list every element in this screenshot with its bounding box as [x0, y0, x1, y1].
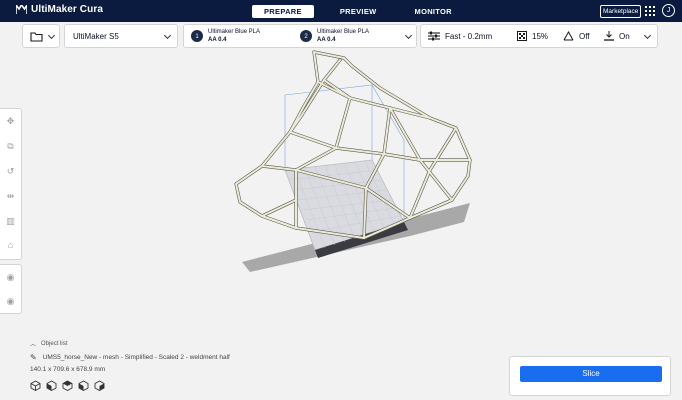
apps-grid-icon[interactable]	[645, 6, 655, 16]
chevron-down-icon	[163, 31, 172, 40]
adhesion-setting: On	[604, 31, 630, 41]
app-header: UltiMaker Cura PREPARE PREVIEW MONITOR M…	[0, 0, 682, 22]
extruder-1-core: AA 0.4	[208, 37, 227, 43]
tab-prepare[interactable]: PREPARE	[252, 5, 314, 18]
infill-setting: 15%	[517, 31, 548, 41]
slice-button[interactable]: Slice	[520, 366, 662, 382]
support-value: Off	[579, 31, 590, 41]
support-blocker-icon[interactable]: ⌂	[5, 240, 16, 251]
extruder-2-core: AA 0.4	[317, 37, 336, 43]
material-selector[interactable]: 1 Ultimaker Blue PLA AA 0.4 2 Ultimaker …	[183, 24, 417, 48]
object-list-toggle[interactable]: ︿ Object list	[30, 339, 68, 349]
left-view-icon[interactable]	[78, 380, 89, 391]
tab-monitor[interactable]: MONITOR	[403, 5, 464, 18]
edit-icon: ✎	[30, 353, 37, 362]
infill-value: 15%	[532, 31, 549, 41]
extruder-2-material: Ultimaker Blue PLA	[317, 29, 370, 35]
transform-toolbar: ✥ ⧉ ↺ ⇹ ▥ ⌂	[0, 108, 22, 260]
object-list-item[interactable]: ✎ UMS5_horse_New - mesh - Simplified - S…	[30, 353, 230, 362]
extruder-toolbar: ◉ ◉	[0, 264, 22, 314]
account-avatar[interactable]: J	[662, 4, 675, 17]
3d-viewport[interactable]	[0, 0, 682, 400]
object-dimensions: 140.1 x 709.6 x 678.9 mm	[30, 366, 106, 373]
marketplace-button[interactable]: Marketplace	[600, 5, 642, 18]
rotate-icon[interactable]: ↺	[5, 166, 16, 177]
app-name: UltiMaker Cura	[31, 4, 103, 15]
stage-tabs: PREPARE PREVIEW MONITOR	[252, 5, 464, 18]
per-model-settings-icon[interactable]: ▥	[5, 216, 16, 227]
3d-view-icon[interactable]	[30, 380, 41, 391]
open-file-button[interactable]	[22, 24, 60, 48]
profile-label: Fast - 0.2mm	[445, 31, 493, 41]
support-setting: Off	[563, 31, 590, 41]
extruder-1[interactable]: 1 Ultimaker Blue PLA AA 0.4	[191, 28, 260, 44]
tab-preview[interactable]: PREVIEW	[328, 5, 389, 18]
move-icon[interactable]: ✥	[5, 116, 16, 127]
chevron-down-icon	[643, 31, 652, 40]
right-view-icon[interactable]	[94, 380, 105, 391]
adhesion-icon	[604, 31, 614, 41]
adhesion-value: On	[619, 31, 630, 41]
top-view-icon[interactable]	[62, 380, 73, 391]
app-logo: UltiMaker Cura	[16, 4, 103, 15]
extruder-1-badge: 1	[191, 30, 203, 42]
support-icon	[563, 31, 574, 41]
view-mode-buttons	[30, 380, 105, 391]
printer-selector[interactable]: UltiMaker S5	[64, 24, 178, 48]
extruder-1-icon[interactable]: ◉	[5, 272, 16, 283]
chevron-down-icon	[404, 31, 413, 40]
infill-icon	[517, 31, 527, 41]
sliders-icon	[428, 31, 440, 41]
extruder-2-icon[interactable]: ◉	[5, 296, 16, 307]
extruder-2-badge: 2	[300, 30, 312, 42]
folder-icon	[30, 32, 43, 42]
object-name: UMS5_horse_New - mesh - Simplified - Sca…	[42, 354, 230, 361]
scale-icon[interactable]: ⧉	[5, 141, 16, 152]
ultimaker-logo-icon	[16, 5, 27, 14]
extruder-1-material: Ultimaker Blue PLA	[208, 29, 261, 35]
print-settings-selector[interactable]: Fast - 0.2mm 15% Off On	[420, 24, 658, 48]
object-list-label: Object list	[41, 340, 68, 347]
profile-setting: Fast - 0.2mm	[428, 31, 492, 41]
extruder-2[interactable]: 2 Ultimaker Blue PLA AA 0.4	[300, 28, 369, 44]
chevron-down-icon	[47, 31, 56, 40]
chevron-up-icon: ︿	[30, 342, 37, 348]
front-view-icon[interactable]	[46, 380, 57, 391]
printer-name: UltiMaker S5	[73, 31, 119, 41]
slice-panel: Slice	[509, 356, 671, 396]
mirror-icon[interactable]: ⇹	[5, 191, 16, 202]
